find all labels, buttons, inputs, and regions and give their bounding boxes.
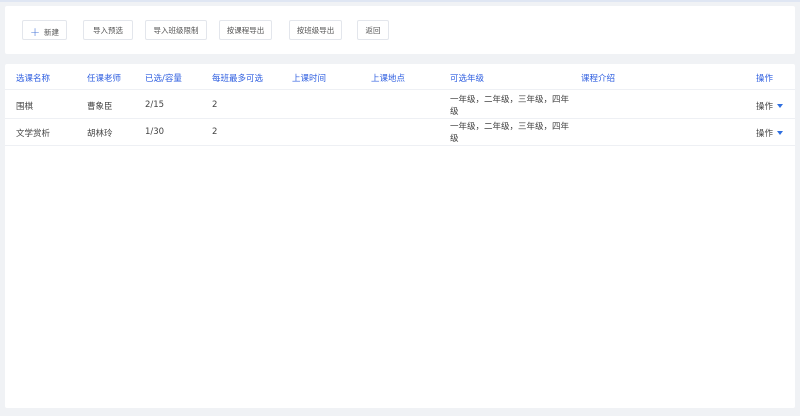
cell-grades: 一年级，二年级，三年级，四年级 bbox=[450, 95, 570, 117]
column-header-selected-capacity: 已选/容量 bbox=[145, 74, 182, 84]
column-header-time: 上课时间 bbox=[292, 74, 327, 84]
cell-max-per-class: 2 bbox=[212, 100, 218, 110]
import-class-limit-button[interactable]: 导入班级限制 bbox=[145, 20, 207, 40]
cell-max-per-class: 2 bbox=[212, 127, 218, 137]
export-by-course-button[interactable]: 按课程导出 bbox=[219, 20, 272, 40]
cell-course-name: 围棋 bbox=[16, 102, 34, 112]
column-header-action: 操作 bbox=[756, 74, 774, 84]
export-by-class-button[interactable]: 按班级导出 bbox=[289, 20, 342, 40]
table-row: 文学赏析 胡林玲 1/30 2 一年级，二年级，三年级，四年级 操作 bbox=[5, 119, 795, 146]
column-header-max-per-class: 每班最多可选 bbox=[212, 74, 264, 84]
cell-selected-capacity: 2/15 bbox=[145, 100, 165, 110]
plus-icon: + bbox=[29, 25, 41, 39]
toolbar: + 新建 导入预选 导入班级限制 按课程导出 按班级导出 返回 bbox=[5, 6, 795, 54]
course-table: 选课名称 任课老师 已选/容量 每班最多可选 上课时间 上课地点 可选年级 课程… bbox=[5, 64, 795, 408]
add-button-label: 新建 bbox=[44, 28, 60, 37]
cell-teacher: 曹象臣 bbox=[87, 102, 113, 112]
top-border bbox=[0, 0, 800, 2]
row-action-dropdown[interactable]: 操作 bbox=[756, 127, 784, 139]
row-action-dropdown[interactable]: 操作 bbox=[756, 100, 784, 112]
row-action-label: 操作 bbox=[756, 129, 774, 139]
column-header-intro: 课程介绍 bbox=[581, 74, 616, 84]
back-button[interactable]: 返回 bbox=[357, 20, 389, 40]
caret-down-icon bbox=[777, 131, 784, 135]
caret-down-icon bbox=[777, 104, 784, 108]
column-header-course-name: 选课名称 bbox=[16, 74, 51, 84]
add-button[interactable]: + 新建 bbox=[22, 20, 67, 40]
table-row: 围棋 曹象臣 2/15 2 一年级，二年级，三年级，四年级 操作 bbox=[5, 92, 795, 119]
cell-grades: 一年级，二年级，三年级，四年级 bbox=[450, 122, 570, 144]
column-header-teacher: 任课老师 bbox=[87, 74, 122, 84]
column-header-place: 上课地点 bbox=[371, 74, 406, 84]
cell-course-name: 文学赏析 bbox=[16, 129, 51, 139]
cell-selected-capacity: 1/30 bbox=[145, 127, 165, 137]
cell-teacher: 胡林玲 bbox=[87, 129, 113, 139]
row-action-label: 操作 bbox=[756, 102, 774, 112]
import-preselect-button[interactable]: 导入预选 bbox=[83, 20, 133, 40]
row-divider bbox=[5, 145, 795, 146]
column-header-grades: 可选年级 bbox=[450, 74, 485, 84]
header-divider bbox=[5, 89, 795, 90]
